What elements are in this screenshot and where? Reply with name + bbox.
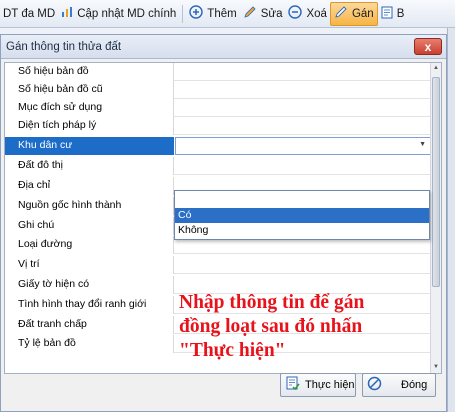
scroll-down-icon[interactable]: ▼ [431, 362, 441, 373]
row-label: Đất đô thị [5, 157, 174, 175]
plus-icon [189, 5, 203, 22]
row-label: Số hiệu bản đồ [5, 63, 174, 81]
grid-scrollbar[interactable]: ▲ ▼ [430, 63, 441, 373]
update-icon [61, 6, 73, 21]
grid-row-selected[interactable]: Khu dân cư ▼ [5, 137, 431, 155]
row-label: Địa chỉ [5, 177, 174, 195]
close-icon: x [424, 39, 432, 54]
row-label: Mục đích sử dụng [5, 99, 174, 117]
row-label: Nguồn gốc hình thành [5, 197, 174, 215]
toolbar-update-button[interactable]: Cập nhật MD chính [58, 2, 179, 26]
toolbar-b-button[interactable]: B [378, 2, 408, 26]
row-label: Đất tranh chấp [5, 316, 174, 334]
instruction-annotation: Nhập thông tin để gán đồng loạt sau đó n… [179, 292, 365, 361]
row-label: Số hiệu bản đồ cũ [5, 81, 174, 99]
scroll-up-icon[interactable]: ▲ [431, 63, 441, 74]
chevron-down-icon[interactable]: ▼ [419, 141, 426, 148]
cancel-icon [367, 376, 382, 394]
row-value[interactable] [175, 63, 431, 81]
toolbar-delete-label: Xoá [306, 7, 327, 20]
toolbar: DT đa MD Cập nhật MD chính Thêm Sửa Xoá … [0, 0, 455, 28]
close-button[interactable]: x [414, 38, 442, 55]
dropdown-option-khong[interactable]: Không [175, 223, 429, 238]
doc-icon [381, 6, 393, 22]
toolbar-update-label: Cập nhật MD chính [77, 7, 177, 20]
row-label: Diện tích pháp lý [5, 117, 174, 135]
execute-label: Thực hiện [305, 379, 355, 391]
row-value[interactable] [175, 81, 431, 99]
assign-parcel-dialog: Gán thông tin thửa đất x Số hiệu bản đồ … [0, 34, 447, 412]
row-label: Tình hình thay đổi ranh giới [5, 296, 174, 314]
dialog-title: Gán thông tin thửa đất [6, 40, 122, 53]
grid-row[interactable]: Diện tích pháp lý [5, 117, 431, 135]
close-dialog-button[interactable]: Đóng [362, 373, 436, 397]
toolbar-assign-button[interactable]: Gán [329, 1, 378, 26]
dropdown-option-co[interactable]: Có [175, 208, 429, 223]
row-label: Vị trí [5, 256, 174, 274]
row-value[interactable] [175, 117, 431, 135]
toolbar-dt-button[interactable]: DT đa MD [0, 2, 58, 26]
minus-icon [288, 5, 303, 22]
grid-row[interactable]: Số hiệu bản đồ cũ [5, 81, 431, 99]
execute-button[interactable]: Thực hiện [280, 373, 356, 397]
row-value[interactable] [175, 157, 431, 175]
dropdown-list: Có Không [174, 190, 430, 240]
row-label: Khu dân cư [5, 137, 174, 155]
dialog-titlebar[interactable]: Gán thông tin thửa đất [1, 35, 446, 59]
residential-area-select[interactable]: ▼ [175, 137, 431, 155]
row-label: Giấy tờ hiện có [5, 276, 174, 294]
toolbar-b-label: B [396, 7, 405, 20]
grid-row[interactable]: Vị trí [5, 256, 431, 274]
row-label: Tỷ lệ bản đồ [5, 335, 174, 353]
toolbar-edit-button[interactable]: Sửa [240, 2, 286, 26]
grid-row[interactable]: Đất đô thị [5, 157, 431, 175]
background-app-edge [447, 28, 455, 412]
row-value[interactable] [175, 256, 431, 274]
dropdown-option-blank[interactable] [175, 191, 429, 208]
close-label: Đóng [401, 379, 428, 391]
row-label: Ghi chú [5, 217, 174, 235]
toolbar-add-label: Thêm [207, 7, 237, 20]
pencil-icon [334, 5, 348, 22]
toolbar-add-button[interactable]: Thêm [186, 2, 239, 26]
row-label: Loại đường [5, 236, 174, 254]
toolbar-assign-label: Gán [351, 7, 374, 20]
pencil-icon [243, 5, 257, 22]
execute-icon [285, 376, 300, 394]
grid-row[interactable]: Số hiệu bản đồ [5, 63, 431, 81]
row-value[interactable] [175, 99, 431, 117]
toolbar-dt-label: DT đa MD [3, 7, 56, 20]
grid-row[interactable]: Mục đích sử dụng [5, 99, 431, 117]
toolbar-edit-label: Sửa [260, 7, 283, 20]
toolbar-delete-button[interactable]: Xoá [285, 2, 329, 26]
scrollbar-thumb[interactable] [432, 77, 440, 287]
toolbar-divider [182, 4, 184, 23]
